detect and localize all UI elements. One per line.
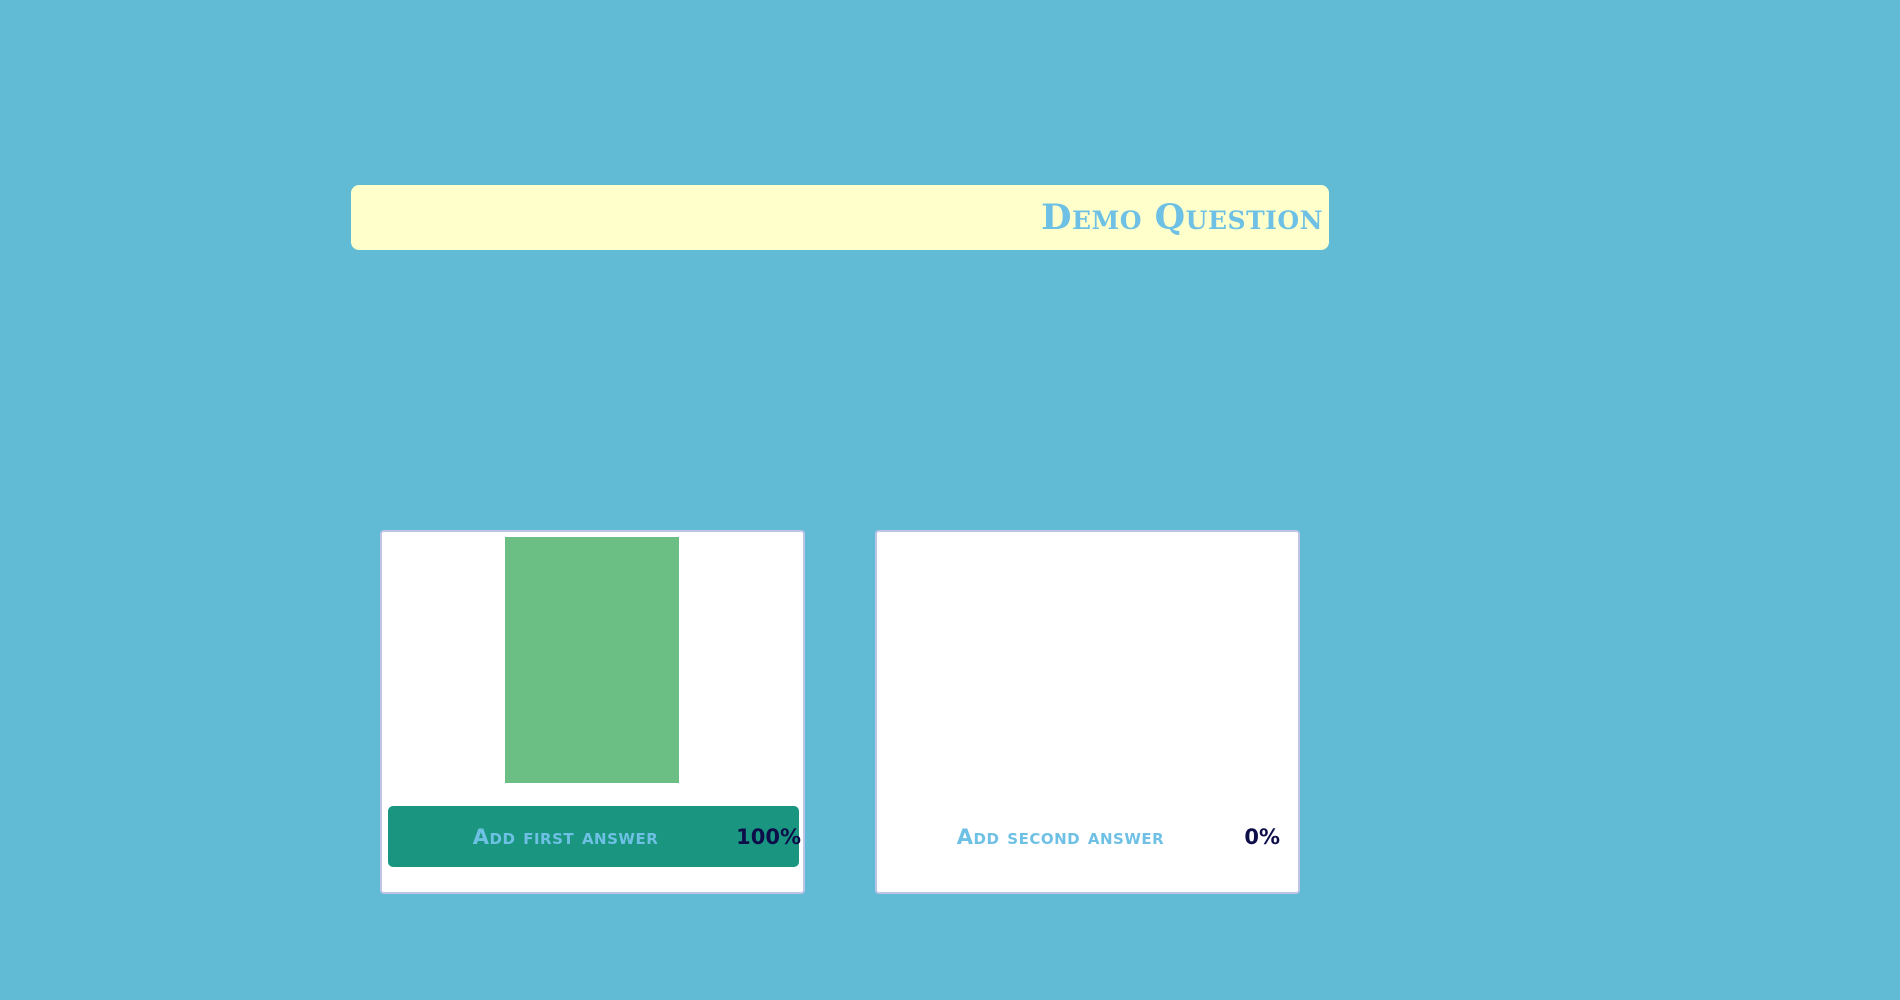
question-bar: Demo Question xyxy=(351,185,1329,250)
question-title: Demo Question xyxy=(1041,197,1323,238)
answer-card-second: Add second answer 0% xyxy=(875,530,1300,894)
answer-label-first: Add first answer xyxy=(472,824,659,849)
result-bar-area xyxy=(877,537,1298,783)
answer-label-second: Add second answer xyxy=(956,824,1165,849)
result-bar-first xyxy=(505,537,679,783)
answer-card-first: Add first answer 100% xyxy=(380,530,805,894)
answer-button-first[interactable]: Add first answer 100% xyxy=(388,806,801,867)
answer-percent-first: 100% xyxy=(736,824,801,849)
result-bar-area xyxy=(382,537,803,783)
answer-button-second[interactable]: Add second answer 0% xyxy=(883,806,1294,867)
answer-percent-second: 0% xyxy=(1244,824,1280,849)
